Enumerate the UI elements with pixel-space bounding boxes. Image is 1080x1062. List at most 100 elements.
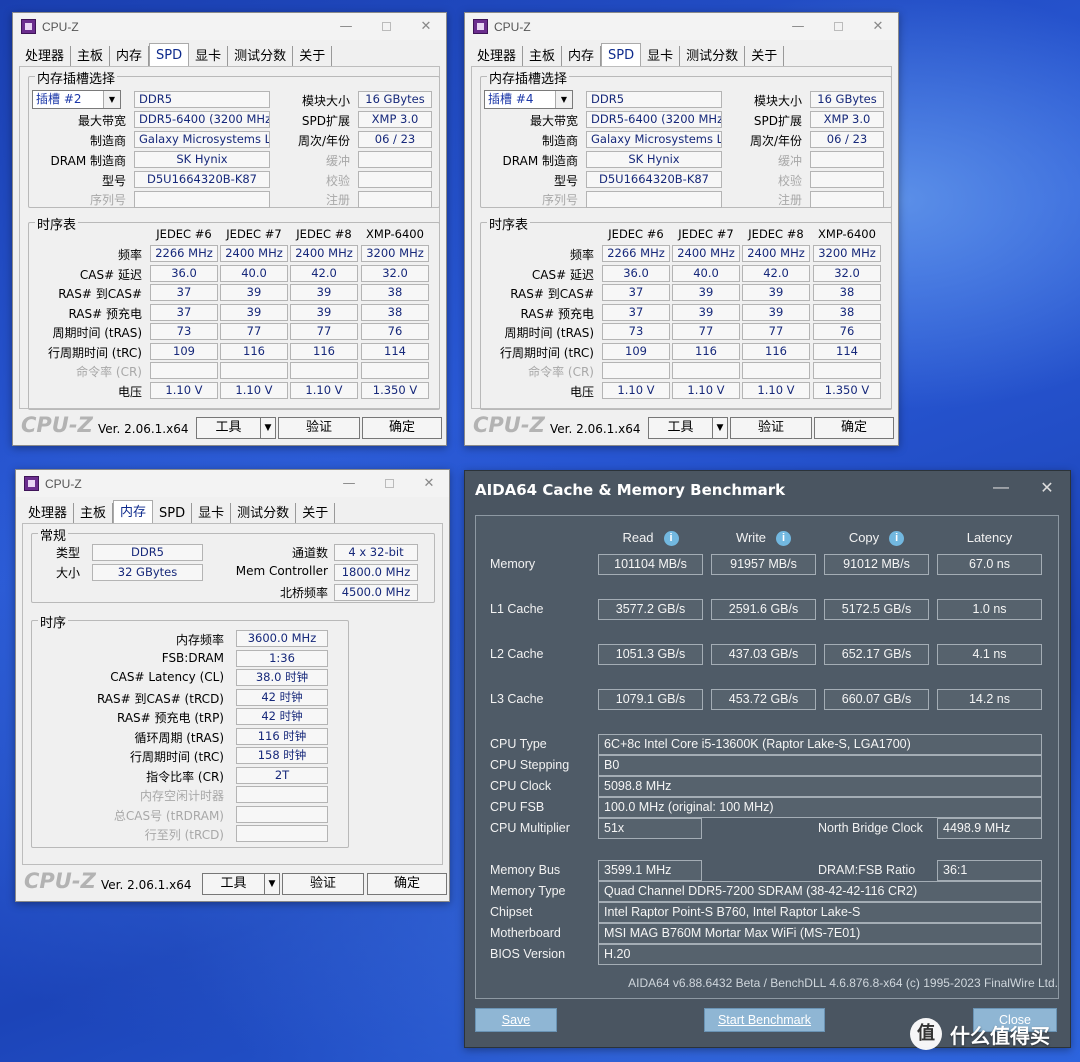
info-icon[interactable]: i: [663, 531, 679, 547]
timing-row-label: 电压: [569, 384, 594, 399]
cpu-stepping-value: B0: [598, 755, 1042, 776]
spd-tab-content: 内存插槽选择 插槽 #4 ▼ DDR5 模块大小 16 GBytes 最大带宽 DDR5-64…: [471, 66, 892, 410]
tab-5[interactable]: 测试分数: [231, 503, 297, 524]
tools-dropdown-icon[interactable]: ▼: [712, 418, 727, 438]
timing-cell: 38: [361, 284, 429, 301]
tools-button[interactable]: 工具 ▼: [196, 417, 276, 439]
tools-dropdown-icon[interactable]: ▼: [264, 874, 279, 894]
bench-row-label: L2 Cache: [490, 647, 544, 661]
watermark-logo-icon: 值: [910, 1018, 942, 1050]
slot-select[interactable]: 插槽 #4 ▼: [484, 90, 573, 109]
footer-bar: CPU-Z Ver. 2.06.1.x64 工具 ▼ 验证 确定: [465, 411, 898, 445]
save-button[interactable]: Save: [475, 1008, 557, 1032]
chevron-down-icon[interactable]: ▼: [555, 91, 572, 108]
tab-6[interactable]: 关于: [296, 503, 336, 524]
timing-row-label: 行周期时间 (tRC): [47, 345, 142, 360]
minimize-button[interactable]: —: [329, 470, 369, 497]
validate-button[interactable]: 验证: [278, 417, 360, 439]
timing-cell: 39: [290, 284, 358, 301]
titlebar[interactable]: CPU-Z — ✕: [465, 13, 898, 40]
tab-0[interactable]: 处理器: [22, 503, 75, 524]
tab-3[interactable]: SPD: [601, 43, 642, 67]
timing-cell: 39: [290, 303, 358, 321]
tab-6[interactable]: 关于: [745, 46, 785, 67]
maximize-button[interactable]: [818, 13, 858, 40]
registered-label: 注册: [777, 193, 802, 207]
memory-type-value: DDR5: [586, 91, 722, 108]
info-icon[interactable]: i: [889, 531, 905, 547]
timing-cell: 76: [813, 323, 881, 340]
close-button[interactable]: ✕: [1024, 471, 1070, 505]
cpu-type-value: 6C+8c Intel Core i5-13600K (Raptor Lake-…: [598, 734, 1042, 755]
timing-row-label: 电压: [117, 384, 142, 399]
minimize-button[interactable]: —: [978, 471, 1024, 505]
tab-0[interactable]: 处理器: [471, 46, 524, 67]
close-button[interactable]: ✕: [406, 13, 446, 40]
tab-5[interactable]: 测试分数: [228, 46, 294, 67]
timing-value: 38.0 时钟: [236, 669, 328, 686]
tab-0[interactable]: 处理器: [19, 46, 72, 67]
ok-button[interactable]: 确定: [814, 417, 894, 439]
tab-3[interactable]: SPD: [149, 43, 190, 67]
tab-4[interactable]: 显卡: [192, 503, 232, 524]
titlebar[interactable]: CPU-Z — ✕: [13, 13, 446, 40]
tools-button[interactable]: 工具 ▼: [202, 873, 280, 895]
tab-2[interactable]: 内存: [113, 500, 154, 524]
bench-value: 1051.3 GB/s: [598, 644, 703, 665]
bench-value: 3577.2 GB/s: [598, 599, 703, 620]
tab-4[interactable]: 显卡: [641, 46, 681, 67]
maximize-button[interactable]: [366, 13, 406, 40]
manufacturer-value: Galaxy Microsystems Ltd.: [586, 131, 722, 148]
tab-3[interactable]: SPD: [153, 503, 193, 524]
validate-button[interactable]: 验证: [730, 417, 812, 439]
column-header-latency: Latency: [937, 530, 1042, 545]
ok-button[interactable]: 确定: [362, 417, 442, 439]
close-button[interactable]: ✕: [409, 470, 449, 497]
module-size-label: 模块大小: [301, 94, 350, 108]
tab-1[interactable]: 主板: [74, 503, 114, 524]
week-year-label: 周次/年份: [749, 134, 802, 148]
type-label: 类型: [55, 546, 80, 560]
tab-2[interactable]: 内存: [110, 46, 150, 67]
timing-label: RAS# 到CAS# (tRCD): [96, 691, 224, 706]
slot-select[interactable]: 插槽 #2 ▼: [32, 90, 121, 109]
timing-cell: 32.0: [361, 264, 429, 282]
column-header-label: Copy: [848, 530, 880, 545]
tab-1[interactable]: 主板: [523, 46, 563, 67]
close-button[interactable]: ✕: [858, 13, 898, 40]
validate-button[interactable]: 验证: [282, 873, 364, 895]
timing-cell: 1.350 V: [361, 381, 429, 399]
timing-cell: 39: [220, 284, 288, 301]
minimize-button[interactable]: —: [778, 13, 818, 40]
tools-dropdown-icon[interactable]: ▼: [260, 418, 275, 438]
tab-2[interactable]: 内存: [562, 46, 602, 67]
tab-4[interactable]: 显卡: [189, 46, 229, 67]
ok-button[interactable]: 确定: [367, 873, 447, 895]
timing-value: [236, 786, 328, 803]
timing-value: 116 时钟: [236, 727, 328, 745]
bench-row-label: L3 Cache: [490, 692, 544, 706]
channels-value: 4 x 32-bit: [334, 544, 418, 561]
timing-row-label: RAS# 预充电: [520, 306, 594, 321]
minimize-button[interactable]: —: [326, 13, 366, 40]
tools-button[interactable]: 工具 ▼: [648, 417, 728, 439]
timing-table-group: 时序表 JEDEC #6 JEDEC #7 JEDEC #8 XMP-6400 频率 226…: [480, 214, 892, 410]
timing-cell: 114: [813, 342, 881, 360]
tab-1[interactable]: 主板: [71, 46, 111, 67]
chevron-down-icon[interactable]: ▼: [103, 91, 120, 108]
buffered-label: 缓冲: [777, 154, 802, 168]
cpu-clock-value: 5098.8 MHz: [598, 776, 1042, 797]
info-icon[interactable]: i: [776, 531, 792, 547]
timing-row-label: 命令率 (CR): [76, 365, 142, 379]
dram-manufacturer-label: DRAM 制造商: [502, 154, 578, 168]
bench-value: 4.1 ns: [937, 644, 1042, 665]
titlebar[interactable]: CPU-Z — ✕: [16, 470, 449, 497]
start-benchmark-button[interactable]: Start Benchmark: [704, 1008, 825, 1032]
maximize-button[interactable]: [369, 470, 409, 497]
general-group-title: 常规: [38, 525, 69, 544]
cpu-clock-label: CPU Clock: [490, 779, 552, 793]
north-bridge-clock-label: North Bridge Clock: [818, 821, 923, 835]
tab-6[interactable]: 关于: [293, 46, 333, 67]
timing-cell: 1.10 V: [150, 381, 218, 399]
tab-5[interactable]: 测试分数: [680, 46, 746, 67]
